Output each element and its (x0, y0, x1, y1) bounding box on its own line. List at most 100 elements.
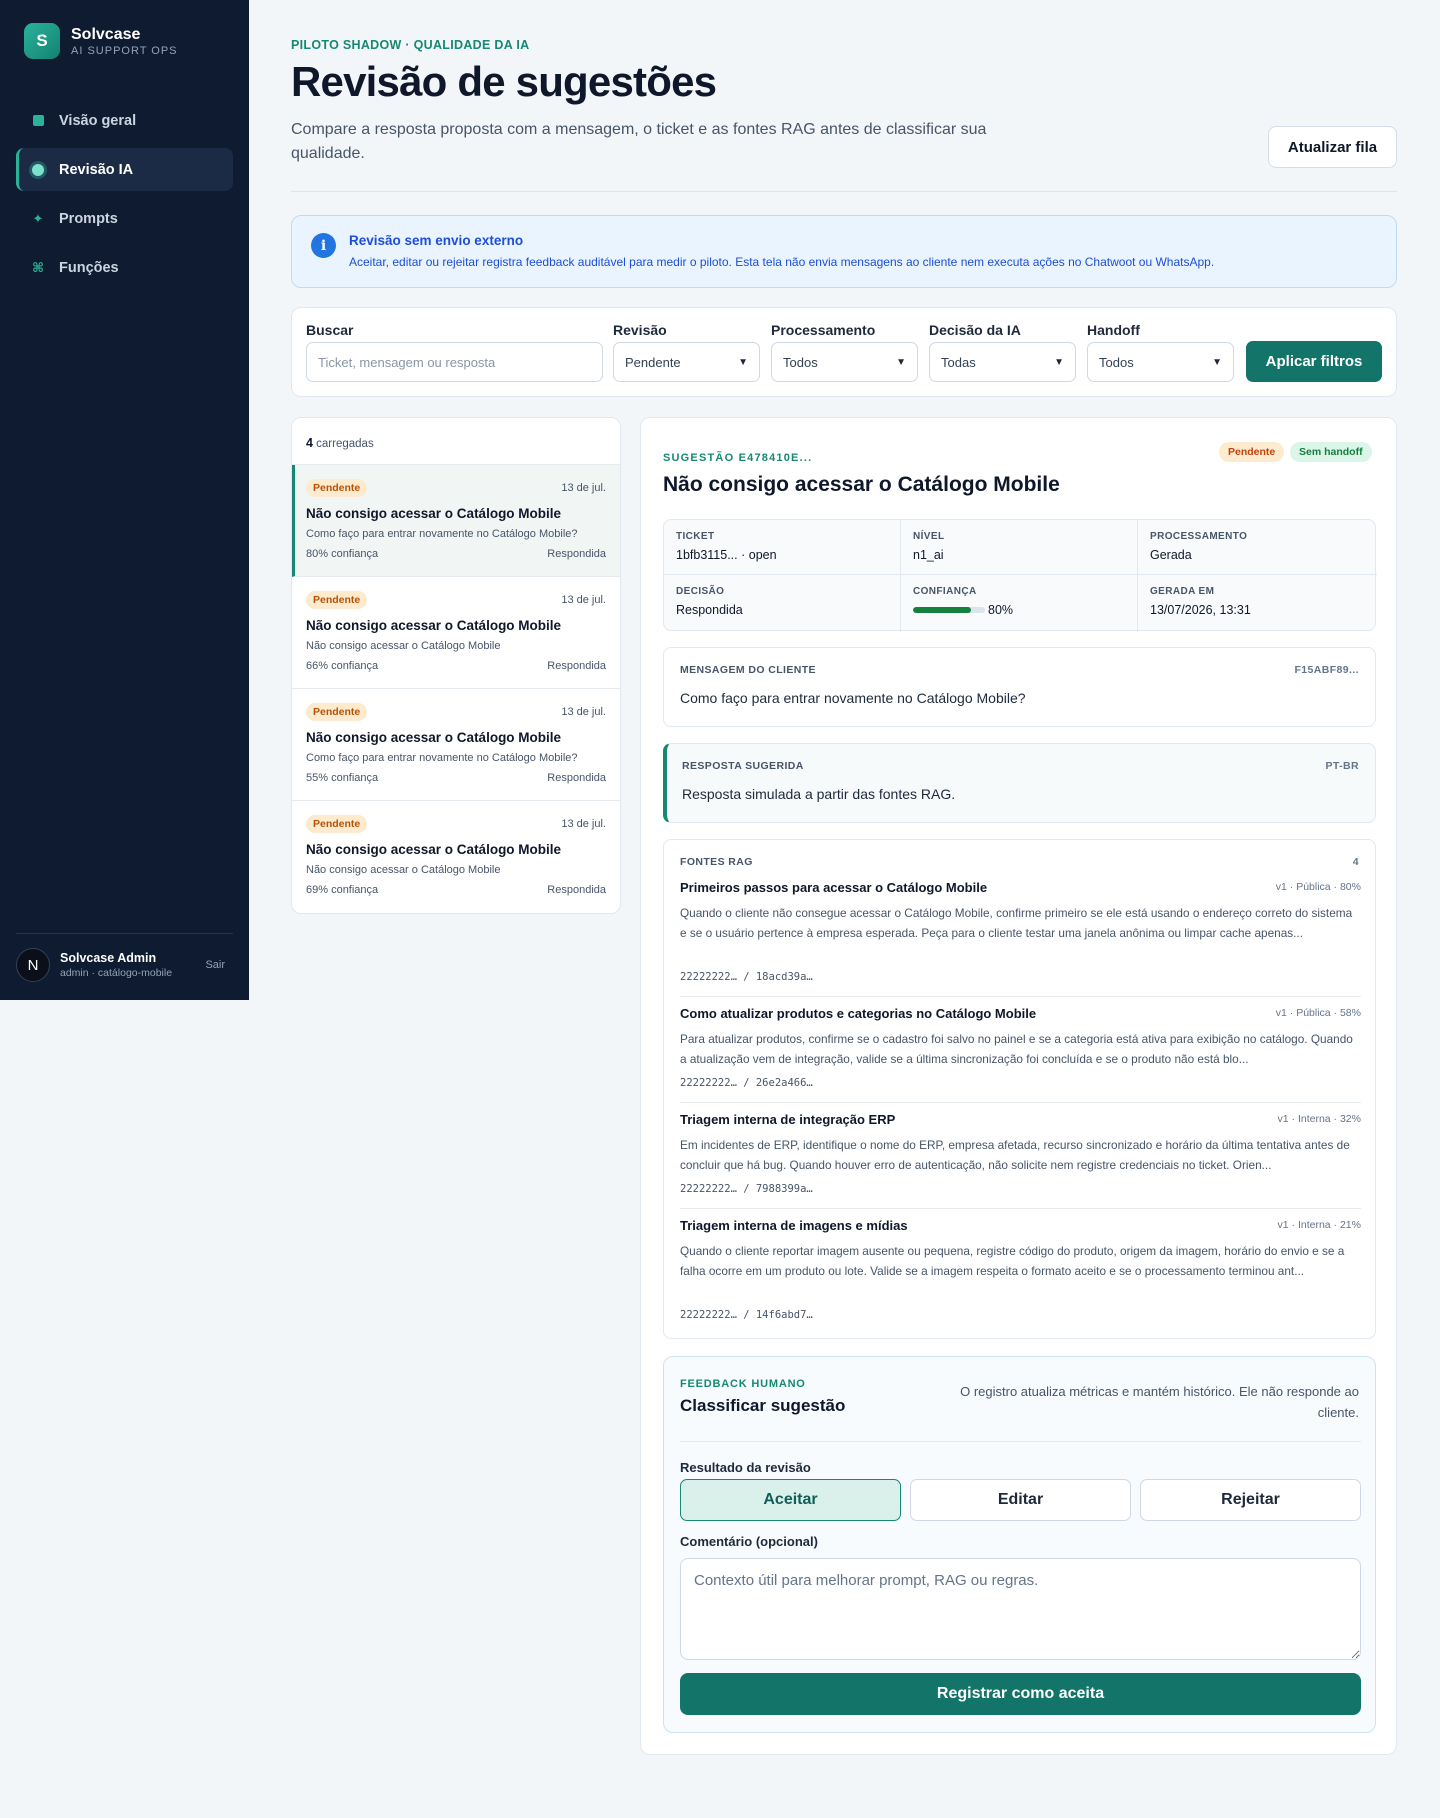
handoff-filter-select[interactable]: Todos ▼ (1087, 342, 1234, 382)
logout-button[interactable]: Sair (205, 959, 225, 971)
rag-source[interactable]: Triagem interna de imagens e mídias v1 ·… (680, 1218, 1361, 1328)
apply-filters-button[interactable]: Aplicar filtros (1246, 341, 1382, 382)
rag-sources-card: FONTES RAG 4 Primeiros passos para acess… (663, 839, 1376, 1339)
rag-source-id: 22222222… / 18acd39a… (680, 971, 813, 983)
divider (680, 1441, 1361, 1442)
processing-filter-label: Processamento (771, 322, 876, 338)
rag-source-id: 22222222… / 7988399a… (680, 1183, 813, 1195)
suggested-reply-language: PT-BR (1325, 760, 1359, 772)
handoff-badge: Sem handoff (1290, 442, 1372, 462)
rag-source-title: Triagem interna de integração ERP (680, 1112, 896, 1127)
list-count: 4 carregadas (292, 418, 620, 465)
list-item-status: Respondida (547, 884, 606, 896)
sidebar-item-visao-geral[interactable]: Visão geral (16, 99, 233, 142)
list-item-confidence: 55% confiança (306, 772, 379, 784)
status-badge: Pendente (306, 703, 368, 721)
list-item-title: Não consigo acessar o Catálogo Mobile (306, 506, 562, 521)
suggestion-detail: SUGESTÃO E478410E... Pendente Sem handof… (640, 417, 1397, 1755)
customer-message-card: MENSAGEM DO CLIENTE F15ABF89... Como faç… (663, 647, 1376, 727)
sidebar-nav: Visão geral Revisão IA ✦ Prompts ⌘ Funçõ… (16, 99, 233, 295)
sidebar-item-label: Revisão IA (59, 161, 134, 178)
command-icon: ⌘ (31, 259, 45, 275)
review-filter-select[interactable]: Pendente ▼ (613, 342, 760, 382)
sidebar-item-label: Visão geral (59, 112, 137, 129)
suggestion-list: 4 carregadas Pendente 13 de jul. Não con… (291, 417, 621, 914)
list-item-confidence: 69% confiança (306, 884, 379, 896)
reject-button[interactable]: Rejeitar (1140, 1479, 1361, 1521)
list-item-snippet: Como faço para entrar novamente no Catál… (306, 528, 578, 540)
confidence-value: 80% (988, 603, 1014, 617)
sidebar-item-funcoes[interactable]: ⌘ Funções (16, 246, 233, 289)
rag-source-excerpt: Quando o cliente reportar imagem ausente… (680, 1244, 1345, 1278)
suggested-reply-label: RESPOSTA SUGERIDA (682, 760, 804, 772)
rag-source[interactable]: Triagem interna de integração ERP v1 · I… (680, 1112, 1361, 1202)
info-notice: i Revisão sem envio externo Aceitar, edi… (291, 215, 1397, 288)
rag-source-meta: v1 · Pública · 80% (1275, 881, 1361, 893)
divider (680, 1208, 1361, 1209)
meta-label: TICKET (676, 531, 715, 542)
rag-source-id: 22222222… / 26e2a466… (680, 1077, 813, 1089)
avatar[interactable]: N (16, 948, 50, 982)
customer-message-label: MENSAGEM DO CLIENTE (680, 664, 816, 676)
suggested-reply-text: Resposta simulada a partir das fontes RA… (682, 786, 956, 802)
brand[interactable]: S Solvcase AI SUPPORT OPS (24, 23, 178, 59)
meta-label: DECISÃO (676, 586, 725, 597)
search-label: Buscar (306, 322, 354, 338)
list-item-date: 13 de jul. (561, 482, 606, 494)
feedback-eyebrow: FEEDBACK HUMANO (680, 1378, 806, 1390)
divider (680, 1102, 1361, 1103)
rag-source-meta: v1 · Interna · 21% (1277, 1219, 1361, 1231)
meta-value: 1bfb3115... · open (676, 548, 777, 562)
suggestion-id: SUGESTÃO E478410E... (663, 452, 813, 464)
list-item-snippet: Não consigo acessar o Catálogo Mobile (306, 640, 501, 652)
sparkle-icon: ✦ (32, 210, 44, 226)
brand-tagline: AI SUPPORT OPS (71, 44, 178, 57)
review-result-label: Resultado da revisão (680, 1460, 811, 1475)
processing-filter-select[interactable]: Todos ▼ (771, 342, 918, 382)
list-item[interactable]: Pendente 13 de jul. Não consigo acessar … (292, 577, 620, 689)
list-item[interactable]: Pendente 13 de jul. Não consigo acessar … (292, 465, 620, 577)
meta-label: GERADA EM (1150, 586, 1215, 597)
list-item-snippet: Não consigo acessar o Catálogo Mobile (306, 864, 501, 876)
rag-sources-label: FONTES RAG (680, 856, 753, 868)
decision-filter-select[interactable]: Todas ▼ (929, 342, 1076, 382)
meta-generated: GERADA EM 13/07/2026, 13:31 (1138, 575, 1377, 632)
accept-button[interactable]: Aceitar (680, 1479, 901, 1521)
suggested-reply-card: RESPOSTA SUGERIDA PT-BR Resposta simulad… (663, 743, 1376, 823)
notice-title: Revisão sem envio externo (349, 233, 524, 248)
sidebar-item-prompts[interactable]: ✦ Prompts (16, 197, 233, 240)
sidebar-item-revisao-ia[interactable]: Revisão IA (16, 148, 233, 191)
list-item-snippet: Como faço para entrar novamente no Catál… (306, 752, 578, 764)
comment-field[interactable] (680, 1558, 1361, 1660)
brand-name: Solvcase (71, 25, 141, 43)
status-badge: Pendente (306, 815, 368, 833)
chevron-down-icon: ▼ (1054, 356, 1064, 368)
rag-source[interactable]: Primeiros passos para acessar o Catálogo… (680, 880, 1361, 990)
sidebar-item-label: Prompts (59, 210, 118, 227)
list-item[interactable]: Pendente 13 de jul. Não consigo acessar … (292, 801, 620, 913)
sidebar-item-label: Funções (59, 259, 119, 276)
list-item-date: 13 de jul. (561, 594, 606, 606)
submit-feedback-button[interactable]: Registrar como aceita (680, 1673, 1361, 1715)
confidence-bar-fill (913, 607, 971, 613)
rag-source-meta: v1 · Pública · 58% (1275, 1007, 1361, 1019)
rag-source-meta: v1 · Interna · 32% (1277, 1113, 1361, 1125)
meta-level: NÍVEL n1_ai (901, 520, 1138, 575)
list-item[interactable]: Pendente 13 de jul. Não consigo acessar … (292, 689, 620, 801)
edit-button[interactable]: Editar (910, 1479, 1131, 1521)
meta-decision: DECISÃO Respondida (664, 575, 901, 632)
search-input[interactable] (306, 342, 603, 382)
list-item-status: Respondida (547, 548, 606, 560)
list-count-number: 4 (306, 436, 313, 450)
handoff-filter-label: Handoff (1087, 322, 1140, 338)
refresh-queue-button[interactable]: Atualizar fila (1268, 126, 1397, 168)
customer-message-text: Como faço para entrar novamente no Catál… (680, 690, 1026, 706)
divider (680, 996, 1361, 997)
brand-logo-icon: S (24, 23, 60, 59)
meta-value: Respondida (676, 603, 743, 617)
chevron-down-icon: ▼ (1212, 356, 1222, 368)
meta-confidence: CONFIANÇA 80% (901, 575, 1138, 632)
human-feedback-panel: FEEDBACK HUMANO Classificar sugestão O r… (663, 1356, 1376, 1733)
rag-source[interactable]: Como atualizar produtos e categorias no … (680, 1006, 1361, 1096)
list-item-status: Respondida (547, 660, 606, 672)
